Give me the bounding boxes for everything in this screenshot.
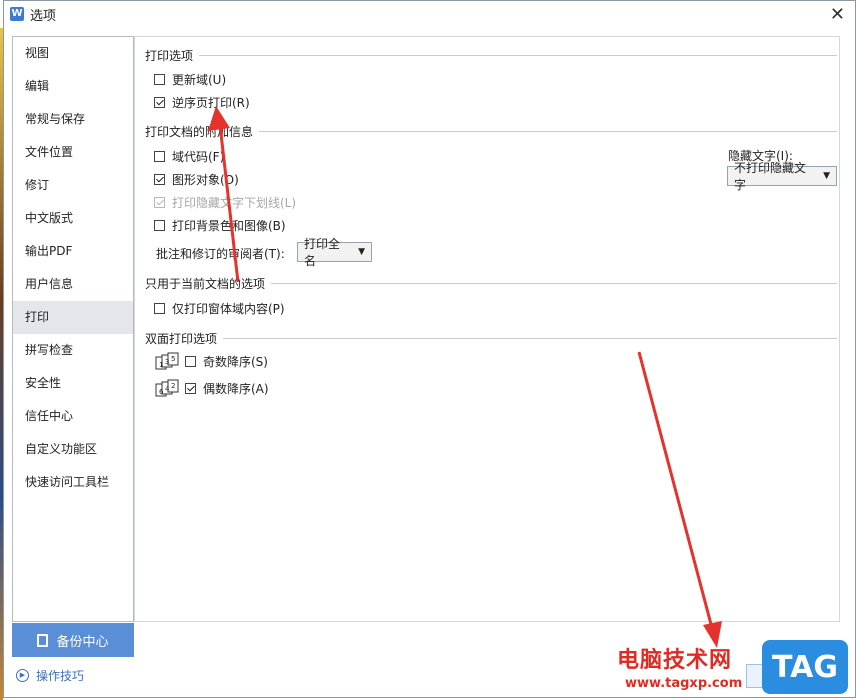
- checkbox-box: [154, 197, 165, 208]
- sidebar-item-customize-ribbon[interactable]: 自定义功能区: [13, 433, 133, 466]
- checkbox-label: 域代码(F): [172, 150, 225, 164]
- odd-pages-icon: 1 3 5: [155, 352, 179, 370]
- svg-text:5: 5: [171, 355, 175, 363]
- checkbox-label: 逆序页打印(R): [172, 96, 250, 110]
- section-heading: 打印文档的附加信息: [145, 125, 254, 139]
- sidebar-item-revisions[interactable]: 修订: [13, 169, 133, 202]
- backup-center-label: 备份中心: [56, 634, 109, 650]
- section-divider: [271, 283, 837, 284]
- section-current-doc: 只用于当前文档的选项: [145, 275, 837, 292]
- sidebar-item-print[interactable]: 打印: [13, 301, 133, 334]
- checkbox-label: 图形对象(O): [172, 173, 239, 187]
- play-circle-icon: ▶: [16, 669, 29, 682]
- section-duplex: 双面打印选项: [145, 330, 837, 347]
- chevron-down-icon: ▼: [823, 171, 830, 181]
- odd-descending-checkbox[interactable]: 1 3 5 奇数降序(S): [155, 352, 268, 370]
- section-heading: 双面打印选项: [145, 332, 218, 346]
- svg-text:4: 4: [165, 385, 170, 393]
- section-heading: 只用于当前文档的选项: [145, 277, 266, 291]
- print-background-checkbox[interactable]: 打印背景色和图像(B): [154, 217, 286, 234]
- sidebar-item-security[interactable]: 安全性: [13, 367, 133, 400]
- reviewer-selected-value: 打印全名: [304, 237, 341, 268]
- svg-text:2: 2: [171, 382, 175, 390]
- svg-text:6: 6: [159, 388, 164, 396]
- title-bar: W 选项 ✕: [4, 1, 855, 27]
- reviewer-label: 批注和修订的审阅者(T):: [156, 247, 285, 261]
- sidebar-item-chinese-layout[interactable]: 中文版式: [13, 202, 133, 235]
- checkbox-label: 奇数降序(S): [203, 354, 268, 369]
- hidden-text-dropdown[interactable]: 不打印隐藏文字 ▼: [727, 161, 837, 192]
- checkbox-box: [154, 303, 165, 314]
- section-heading: 打印选项: [145, 49, 194, 63]
- sidebar-item-spell-check[interactable]: 拼写检查: [13, 334, 133, 367]
- sidebar-item-trust-center[interactable]: 信任中心: [13, 400, 133, 433]
- even-pages-icon: 6 4 2: [155, 379, 179, 397]
- checkbox-box: [154, 151, 165, 162]
- hidden-text-underline-checkbox: 打印隐藏文字下划线(L): [154, 194, 296, 211]
- options-dialog: W 选项 ✕ 视图 编辑 常规与保存 文件位置 修订 中文版式 输出PDF 用户…: [3, 0, 856, 698]
- sidebar-item-view[interactable]: 视图: [13, 37, 133, 70]
- update-fields-checkbox[interactable]: 更新域(U): [154, 71, 226, 88]
- watermark-tag-badge: TAG: [762, 640, 848, 694]
- checkbox-box: [154, 174, 165, 185]
- reverse-order-checkbox[interactable]: 逆序页打印(R): [154, 94, 250, 111]
- close-icon[interactable]: ✕: [830, 4, 845, 25]
- sidebar-item-file-locations[interactable]: 文件位置: [13, 136, 133, 169]
- checkbox-label: 更新域(U): [172, 73, 227, 87]
- sidebar-item-general-save[interactable]: 常规与保存: [13, 103, 133, 136]
- svg-text:3: 3: [165, 358, 169, 366]
- form-data-only-checkbox[interactable]: 仅打印窗体域内容(P): [154, 300, 285, 317]
- options-sidebar: 视图 编辑 常规与保存 文件位置 修订 中文版式 输出PDF 用户信息 打印 拼…: [12, 36, 134, 622]
- checkbox-box: [154, 74, 165, 85]
- watermark-site-name: 电脑技术网: [617, 648, 733, 673]
- hidden-text-selected-value: 不打印隐藏文字: [734, 161, 807, 192]
- print-settings-panel: 打印选项 更新域(U) 逆序页打印(R) 打印文档的附加信息 域代码(F) 图形…: [134, 36, 840, 622]
- reviewer-dropdown[interactable]: 打印全名 ▼: [297, 237, 372, 268]
- checkbox-box: [185, 355, 196, 367]
- operation-tips-label: 操作技巧: [36, 669, 85, 683]
- checkbox-box: [154, 97, 165, 108]
- wps-app-icon: W: [10, 7, 24, 21]
- section-extra-info: 打印文档的附加信息: [145, 123, 837, 140]
- svg-text:1: 1: [159, 361, 163, 369]
- operation-tips-link[interactable]: ▶ 操作技巧: [16, 667, 84, 684]
- watermark-url: www.tagxp.com: [625, 676, 743, 691]
- sidebar-item-edit[interactable]: 编辑: [13, 70, 133, 103]
- site-watermark: 电脑技术网 www.tagxp.com TAG: [617, 638, 853, 698]
- sidebar-item-user-info[interactable]: 用户信息: [13, 268, 133, 301]
- checkbox-box: [154, 220, 165, 231]
- section-divider: [223, 338, 837, 339]
- section-divider: [259, 131, 837, 132]
- dialog-title: 选项: [30, 8, 57, 24]
- drawing-objects-checkbox[interactable]: 图形对象(O): [154, 171, 239, 188]
- sidebar-item-export-pdf[interactable]: 输出PDF: [13, 235, 133, 268]
- checkbox-label: 偶数降序(A): [203, 381, 269, 396]
- field-codes-checkbox[interactable]: 域代码(F): [154, 148, 224, 165]
- sidebar-item-quick-access-toolbar[interactable]: 快速访问工具栏: [13, 466, 133, 499]
- checkbox-label: 仅打印窗体域内容(P): [172, 302, 285, 316]
- backup-center-button[interactable]: 备份中心: [12, 623, 134, 657]
- even-descending-checkbox[interactable]: 6 4 2 偶数降序(A): [155, 379, 269, 397]
- section-divider: [199, 55, 837, 56]
- checkbox-label: 打印背景色和图像(B): [172, 219, 286, 233]
- backup-icon: [37, 633, 49, 647]
- checkbox-label: 打印隐藏文字下划线(L): [172, 196, 297, 210]
- section-print-options: 打印选项: [145, 47, 837, 64]
- checkbox-box: [185, 382, 196, 394]
- chevron-down-icon: ▼: [358, 247, 365, 257]
